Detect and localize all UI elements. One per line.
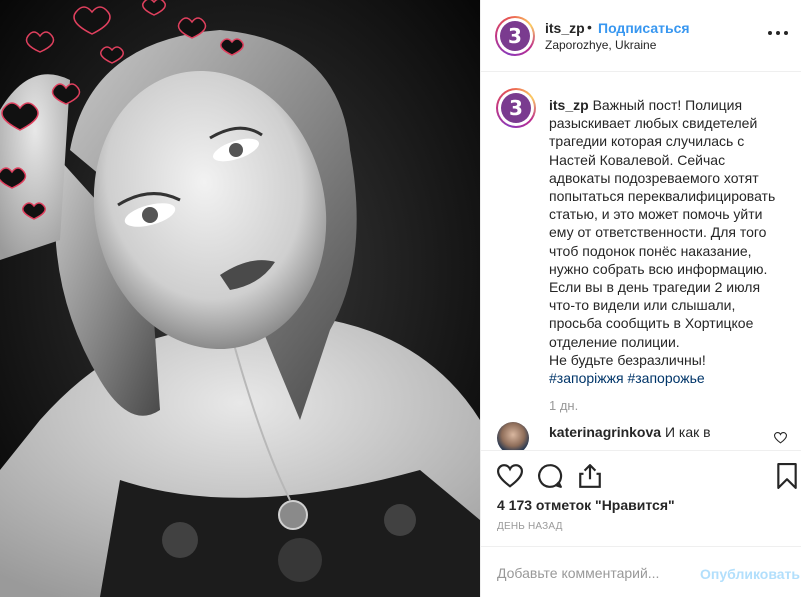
- avatar[interactable]: 3: [495, 16, 535, 56]
- comment-input[interactable]: [497, 565, 697, 581]
- portrait-image: [0, 0, 480, 597]
- comment-bar: Опубликовать: [481, 546, 801, 597]
- caption-username[interactable]: its_zp: [549, 97, 589, 113]
- caption-avatar[interactable]: 3: [496, 88, 536, 128]
- avatar-letter: 3: [500, 21, 530, 51]
- comments-section[interactable]: 3 its_zp Важный пост! Полиция разыскивае…: [481, 72, 801, 450]
- post-actions: 4 173 отметок "Нравится" день назад: [481, 450, 801, 546]
- caption-avatar-letter: 3: [501, 93, 531, 123]
- likes-count[interactable]: 4 173 отметок "Нравится": [497, 497, 675, 513]
- heart-icon[interactable]: [497, 463, 523, 489]
- publish-button[interactable]: Опубликовать: [700, 566, 800, 582]
- caption: its_zp Важный пост! Полиция разыскивает …: [549, 96, 789, 387]
- comment-heart-icon[interactable]: [774, 432, 787, 444]
- post-header: 3 its_zp • Подписаться Zaporozhye, Ukrai…: [481, 0, 801, 72]
- share-icon[interactable]: [577, 463, 603, 489]
- location-link[interactable]: Zaporozhye, Ukraine: [545, 38, 656, 52]
- post-date: день назад: [497, 521, 563, 532]
- post-photo[interactable]: [0, 0, 480, 597]
- caption-time: 1 дн.: [549, 398, 579, 413]
- separator-dot: •: [587, 19, 592, 35]
- comment-icon[interactable]: [537, 463, 563, 489]
- caption-hashtags[interactable]: #запоріжжя #запорожье: [549, 370, 705, 386]
- comment-username[interactable]: katerinagrinkova: [549, 424, 661, 440]
- follow-button[interactable]: Подписаться: [598, 20, 690, 36]
- comment: katerinagrinkova И как в: [549, 424, 711, 440]
- commenter-avatar[interactable]: [497, 422, 529, 450]
- more-icon[interactable]: [766, 25, 790, 41]
- bookmark-icon[interactable]: [774, 463, 800, 489]
- comment-text: И как в: [664, 424, 711, 440]
- caption-text: Важный пост! Полиция разыскивает любых с…: [549, 97, 776, 368]
- header-username[interactable]: its_zp: [545, 20, 585, 36]
- post-side-panel: 3 its_zp • Подписаться Zaporozhye, Ukrai…: [480, 0, 801, 597]
